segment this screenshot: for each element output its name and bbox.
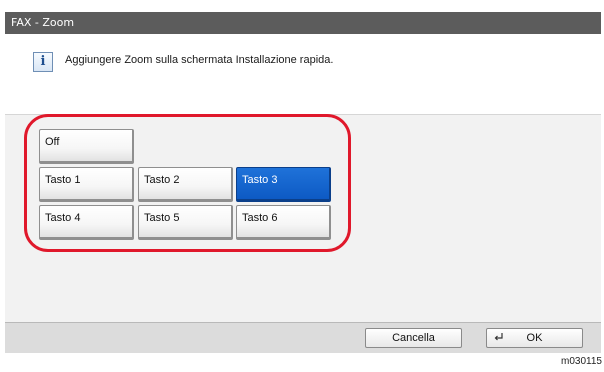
- title-bar: FAX - Zoom: [5, 12, 601, 34]
- ok-button-label: OK: [526, 332, 543, 344]
- info-area: [5, 34, 601, 114]
- info-message: Aggiungere Zoom sulla schermata Installa…: [65, 54, 334, 66]
- cancel-button-label: Cancella: [392, 332, 435, 344]
- info-icon: i: [33, 52, 53, 72]
- enter-icon: [494, 333, 503, 341]
- highlight-outline: [24, 114, 351, 252]
- cancel-button[interactable]: Cancella: [365, 328, 462, 348]
- ok-button[interactable]: OK: [486, 328, 583, 348]
- figure-code: m030115: [561, 356, 602, 367]
- window-title: FAX - Zoom: [11, 16, 75, 29]
